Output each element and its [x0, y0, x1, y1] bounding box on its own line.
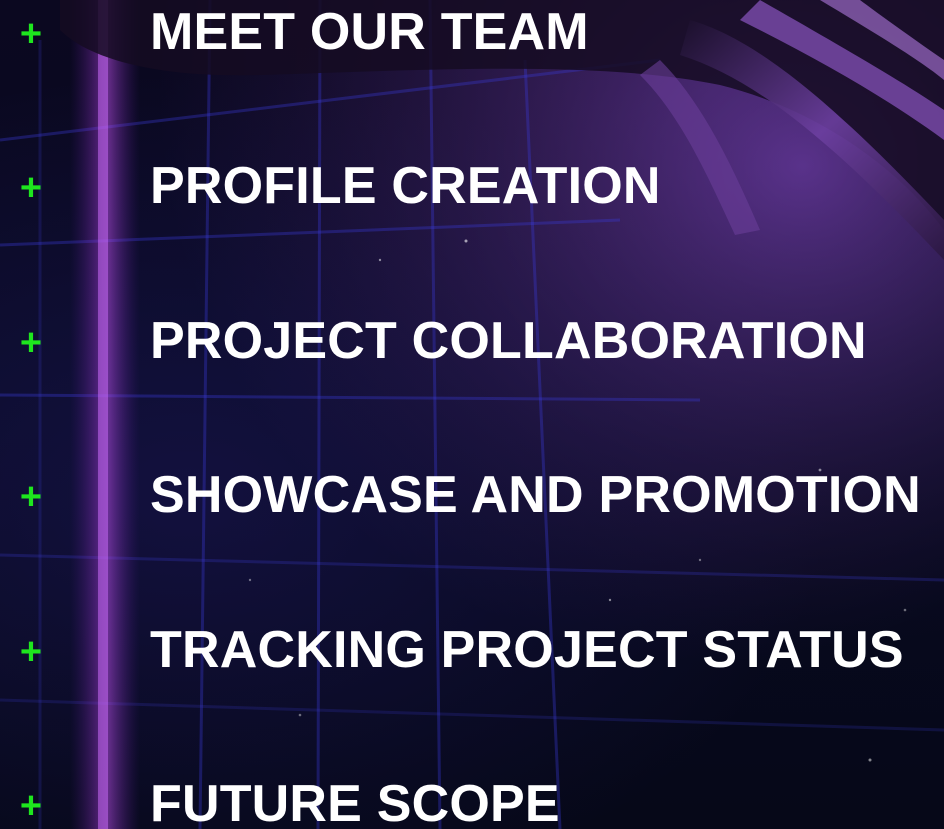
agenda-item-label: TRACKING PROJECT STATUS — [150, 621, 904, 679]
agenda-item-label: PROJECT COLLABORATION — [150, 312, 867, 370]
agenda-list: + MEET OUR TEAM + PROFILE CREATION + PRO… — [0, 0, 944, 829]
plus-icon[interactable]: + — [14, 168, 48, 208]
agenda-item-label: SHOWCASE AND PROMOTION — [150, 466, 921, 524]
agenda-item-label: PROFILE CREATION — [150, 157, 661, 215]
plus-icon[interactable]: + — [14, 786, 48, 826]
agenda-item-meet-our-team[interactable]: + MEET OUR TEAM — [0, 0, 944, 80]
plus-icon[interactable]: + — [14, 323, 48, 363]
agenda-item-tracking-project-status[interactable]: + TRACKING PROJECT STATUS — [0, 618, 944, 698]
agenda-item-label: MEET OUR TEAM — [150, 3, 589, 61]
slide-canvas: + MEET OUR TEAM + PROFILE CREATION + PRO… — [0, 0, 944, 829]
agenda-item-showcase-and-promotion[interactable]: + SHOWCASE AND PROMOTION — [0, 463, 944, 543]
agenda-item-profile-creation[interactable]: + PROFILE CREATION — [0, 154, 944, 234]
plus-icon[interactable]: + — [14, 632, 48, 672]
plus-icon[interactable]: + — [14, 477, 48, 517]
agenda-item-label: FUTURE SCOPE — [150, 775, 560, 829]
agenda-item-future-scope[interactable]: + FUTURE SCOPE — [0, 772, 944, 829]
plus-icon[interactable]: + — [14, 14, 48, 54]
agenda-item-project-collaboration[interactable]: + PROJECT COLLABORATION — [0, 309, 944, 389]
